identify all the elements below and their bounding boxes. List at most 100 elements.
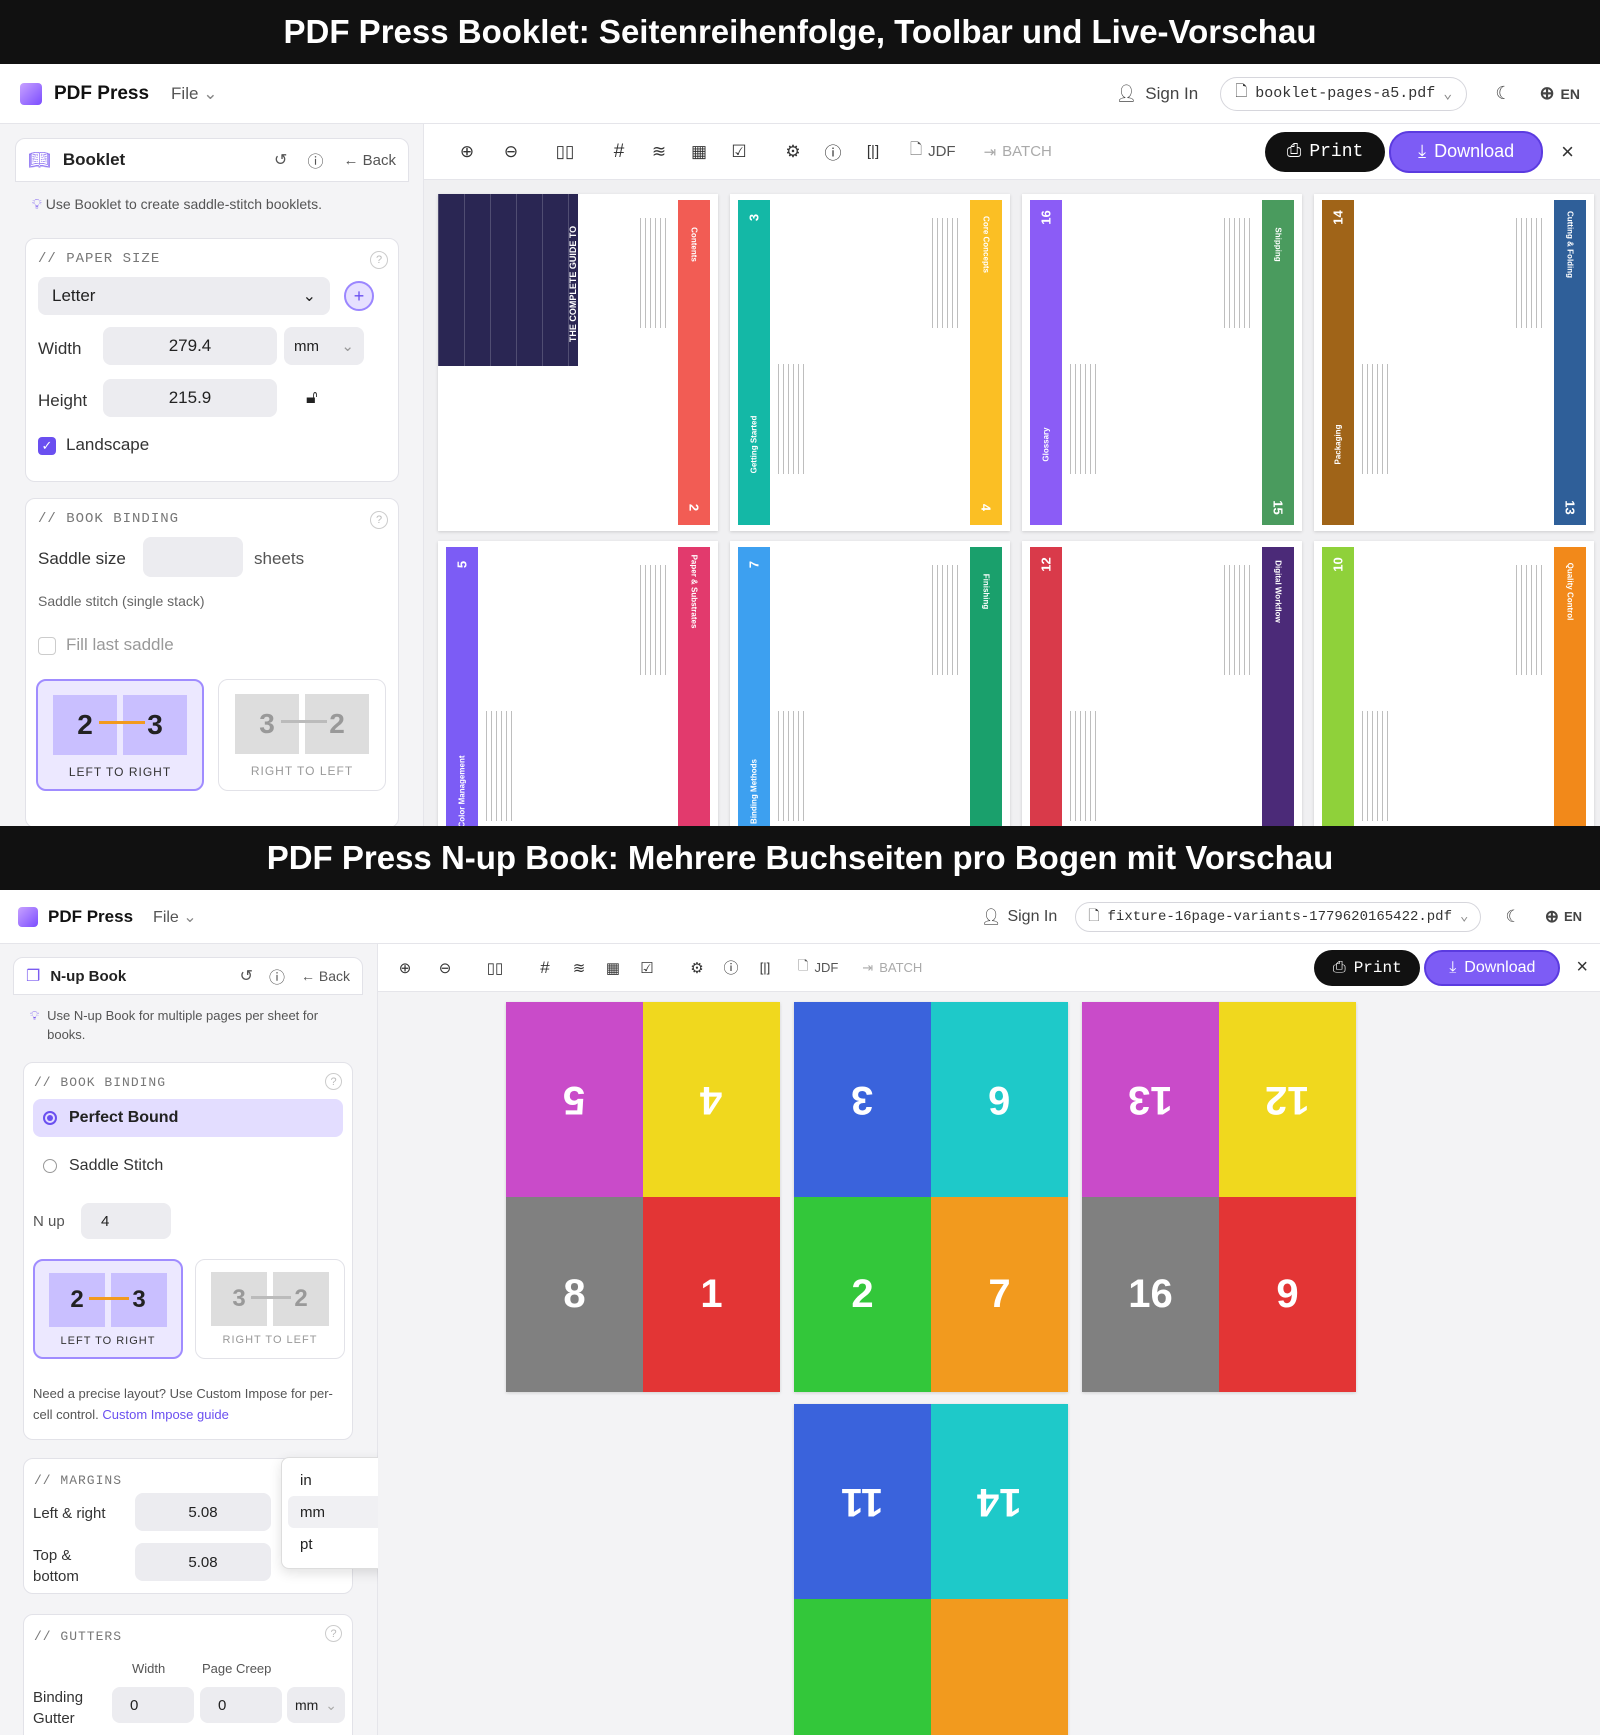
- grid-icon[interactable]: ▦: [682, 142, 716, 162]
- app-logo: [18, 906, 38, 927]
- columns-icon[interactable]: ▯▯: [480, 959, 510, 977]
- direction-left-to-right[interactable]: 2 3 LEFT TO RIGHT: [36, 679, 204, 791]
- checkbox-icon[interactable]: ☑: [632, 959, 662, 977]
- direction-right-to-left[interactable]: 3 2 RIGHT TO LEFT: [218, 679, 386, 791]
- height-input[interactable]: 215.9: [103, 379, 277, 417]
- page-number: 5: [563, 1078, 586, 1122]
- binding-option-perfect-bound[interactable]: Perfect Bound: [33, 1099, 343, 1137]
- preview-toolbar: ⊕ ⊖ ▯▯ # ≋ ▦ ☑ ⚙ ⓘ [|] 🗋 JDF ⇥ BATCH ⎙ Prin…: [378, 944, 1600, 992]
- unit-select[interactable]: mm ⌄: [284, 327, 364, 365]
- app-header: PDF Press File ⌄ 👤︎ Sign In 🗋 fixture-16pa…: [0, 890, 1600, 944]
- file-selector[interactable]: 🗋 fixture-16page-variants-1779620165422.p…: [1075, 901, 1482, 932]
- text-block: [1362, 711, 1392, 821]
- section-header: // MARGINS: [34, 1473, 123, 1488]
- file-icon: 🗋: [1235, 84, 1248, 101]
- spread-icon[interactable]: [|]: [750, 960, 780, 975]
- zoom-in-icon[interactable]: ⊕: [450, 142, 484, 162]
- layers-icon[interactable]: ≋: [642, 142, 676, 162]
- direction-diagram: 3 2: [235, 694, 369, 754]
- print-button[interactable]: ⎙ Print: [1314, 949, 1421, 986]
- back-button[interactable]: ← Back: [301, 968, 350, 984]
- page-number: 3: [746, 213, 762, 222]
- columns-icon[interactable]: ▯▯: [548, 142, 582, 162]
- paper-preset-select[interactable]: Letter ⌄: [38, 277, 330, 315]
- chapter-tab: 16 Glossary: [1030, 200, 1062, 525]
- chevron-down-icon: ⌄: [1460, 909, 1469, 925]
- left-right-input[interactable]: 5.08: [135, 1493, 271, 1531]
- back-button[interactable]: ← Back: [343, 152, 396, 169]
- jdf-button[interactable]: 🗋 JDF: [798, 957, 838, 979]
- batch-button[interactable]: ⇥ BATCH: [862, 960, 922, 976]
- width-input[interactable]: 279.4: [103, 327, 277, 365]
- help-icon[interactable]: ?: [370, 251, 388, 269]
- layers-icon[interactable]: ≋: [564, 959, 594, 977]
- download-button[interactable]: ⤓ Download: [1424, 949, 1561, 986]
- booklet-page: 8Finishing: [870, 541, 1010, 826]
- file-selector[interactable]: 🗋 booklet-pages-a5.pdf ⌄: [1220, 76, 1468, 111]
- file-menu[interactable]: File ⌄: [153, 907, 197, 927]
- direction-page-a: 3: [211, 1272, 267, 1326]
- language-switch[interactable]: ⊕ EN: [1545, 907, 1582, 927]
- banner-title-2: PDF Press N-up Book: Mehrere Buchseiten …: [0, 826, 1600, 890]
- paper-size-section: // PAPER SIZE ? Letter ⌄ + Width 279.4 mm…: [25, 238, 399, 482]
- sign-in-label: Sign In: [1145, 83, 1199, 103]
- jdf-label: JDF: [928, 143, 956, 160]
- nup-input[interactable]: 4: [81, 1203, 171, 1239]
- option-label: Perfect Bound: [69, 1109, 179, 1126]
- app-logo: [20, 82, 42, 105]
- booklet-page: 9Quality Control: [1454, 541, 1594, 826]
- page-creep-input[interactable]: 0: [200, 1687, 282, 1723]
- sign-in-label: Sign In: [1007, 907, 1058, 925]
- landscape-checkbox[interactable]: ✓: [38, 437, 56, 455]
- grid-icon[interactable]: ▦: [598, 959, 628, 977]
- custom-impose-link[interactable]: Custom Impose guide: [102, 1407, 228, 1422]
- unlock-icon[interactable]: 🔓︎: [306, 387, 318, 408]
- direction-left-to-right[interactable]: 2 3 LEFT TO RIGHT: [33, 1259, 183, 1359]
- reset-icon[interactable]: ↺: [274, 150, 287, 170]
- direction-page-a: 2: [49, 1273, 105, 1327]
- batch-button[interactable]: ⇥ BATCH: [984, 143, 1052, 161]
- hash-icon[interactable]: #: [602, 141, 636, 163]
- zoom-out-icon[interactable]: ⊖: [494, 142, 528, 162]
- zoom-in-icon[interactable]: ⊕: [390, 959, 420, 977]
- file-menu[interactable]: File ⌄: [171, 84, 217, 104]
- hash-icon[interactable]: #: [530, 958, 560, 978]
- chapter-label: Contents: [689, 227, 699, 262]
- text-block: [1362, 364, 1392, 474]
- help-icon[interactable]: ?: [370, 511, 388, 529]
- gutter-width-input[interactable]: 0: [112, 1687, 194, 1723]
- saddle-size-input[interactable]: [143, 537, 243, 577]
- fill-last-checkbox[interactable]: [38, 637, 56, 655]
- top-bottom-input[interactable]: 5.08: [135, 1543, 271, 1581]
- help-icon[interactable]: ?: [325, 1625, 342, 1642]
- print-button[interactable]: ⎙ Print: [1265, 131, 1386, 172]
- info-icon[interactable]: ⓘ: [716, 957, 746, 978]
- close-icon[interactable]: ×: [1576, 956, 1588, 979]
- help-icon[interactable]: ?: [325, 1073, 342, 1090]
- language-switch[interactable]: ⊕ EN: [1539, 83, 1580, 104]
- info-icon[interactable]: ⓘ: [816, 139, 850, 164]
- settings-icon[interactable]: ⚙: [682, 959, 712, 977]
- add-preset-icon[interactable]: +: [344, 281, 374, 311]
- download-button[interactable]: ⤓ Download: [1389, 130, 1544, 173]
- spread-icon[interactable]: [|]: [856, 143, 890, 160]
- custom-impose-hint: Need a precise layout? Use Custom Impose…: [33, 1383, 343, 1425]
- jdf-button[interactable]: 🗋 JDF: [910, 139, 956, 164]
- help-icon[interactable]: ⓘ: [269, 964, 285, 988]
- sign-in-button[interactable]: 👤︎ Sign In: [1116, 84, 1199, 104]
- gutter-unit-select[interactable]: mm ⌄: [287, 1687, 345, 1723]
- settings-icon[interactable]: ⚙: [776, 142, 810, 162]
- close-icon[interactable]: ×: [1561, 139, 1574, 165]
- direction-label: RIGHT TO LEFT: [250, 764, 354, 778]
- sign-in-button[interactable]: 👤︎ Sign In: [981, 907, 1057, 927]
- left-right-label: Left & right: [33, 1505, 106, 1522]
- zoom-out-icon[interactable]: ⊖: [430, 959, 460, 977]
- direction-right-to-left[interactable]: 3 2 RIGHT TO LEFT: [195, 1259, 345, 1359]
- checkbox-icon[interactable]: ☑: [722, 142, 756, 162]
- reset-icon[interactable]: ↺: [240, 966, 253, 986]
- radio-icon: [43, 1159, 57, 1173]
- help-icon[interactable]: ⓘ: [307, 148, 323, 172]
- binding-option-saddle-stitch[interactable]: Saddle Stitch: [33, 1147, 343, 1185]
- moon-icon[interactable]: ☾: [1505, 907, 1520, 927]
- moon-icon[interactable]: ☾: [1495, 83, 1511, 104]
